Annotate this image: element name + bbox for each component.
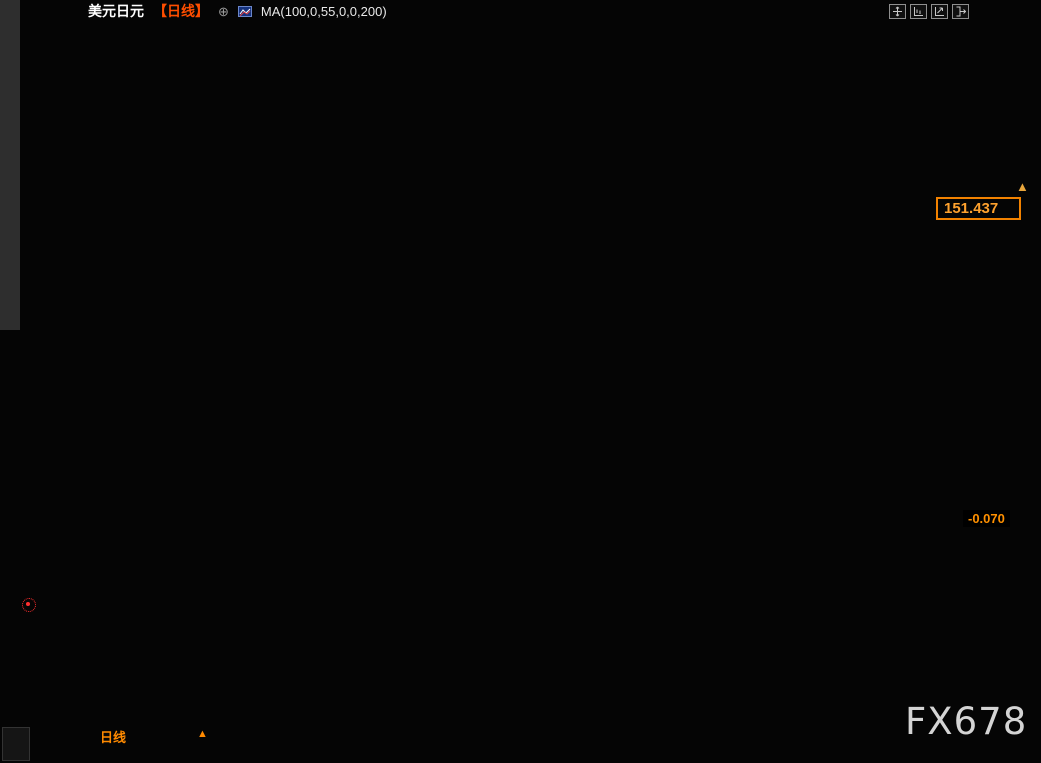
move-crosshair-icon[interactable] [889,4,906,19]
axis-bars-icon[interactable] [910,4,927,19]
x-axis-date-row: 日线 ▲ [0,724,1041,746]
period-label[interactable]: 日线 [100,727,126,746]
period-tag: 【日线】 [153,1,209,21]
trading-app-window: 美元日元 【日线】 ⊕ MA(100,0,55,0,0,200) 15 [0,0,1041,763]
current-price-value: 151.437 [944,200,998,217]
bottom-left-corner-box [2,727,30,761]
left-sidebar [0,0,20,330]
mini-chart-icon[interactable] [238,6,252,17]
price-chart-canvas[interactable] [0,0,1041,763]
ma-formula: MA(100,0,55,0,0,200) [261,4,387,19]
axis-play-icon[interactable] [931,4,948,19]
chart-header: 美元日元 【日线】 ⊕ MA(100,0,55,0,0,200) [20,0,1041,22]
export-right-icon[interactable] [952,4,969,19]
add-indicator-icon[interactable]: ⊕ [218,5,229,18]
symbol-title: 美元日元 [88,1,144,21]
current-price-tag[interactable]: 151.437 [936,197,1021,220]
alert-dot-icon[interactable] [22,598,36,612]
watermark: FX678 [905,700,1027,743]
macd-last-value-tag: -0.070 [963,510,1010,527]
period-arrow-icon[interactable]: ▲ [197,728,208,740]
macd-last-value: -0.070 [968,511,1005,526]
header-toolbar [889,4,969,19]
price-pin-icon[interactable]: ▲ [1016,179,1029,194]
